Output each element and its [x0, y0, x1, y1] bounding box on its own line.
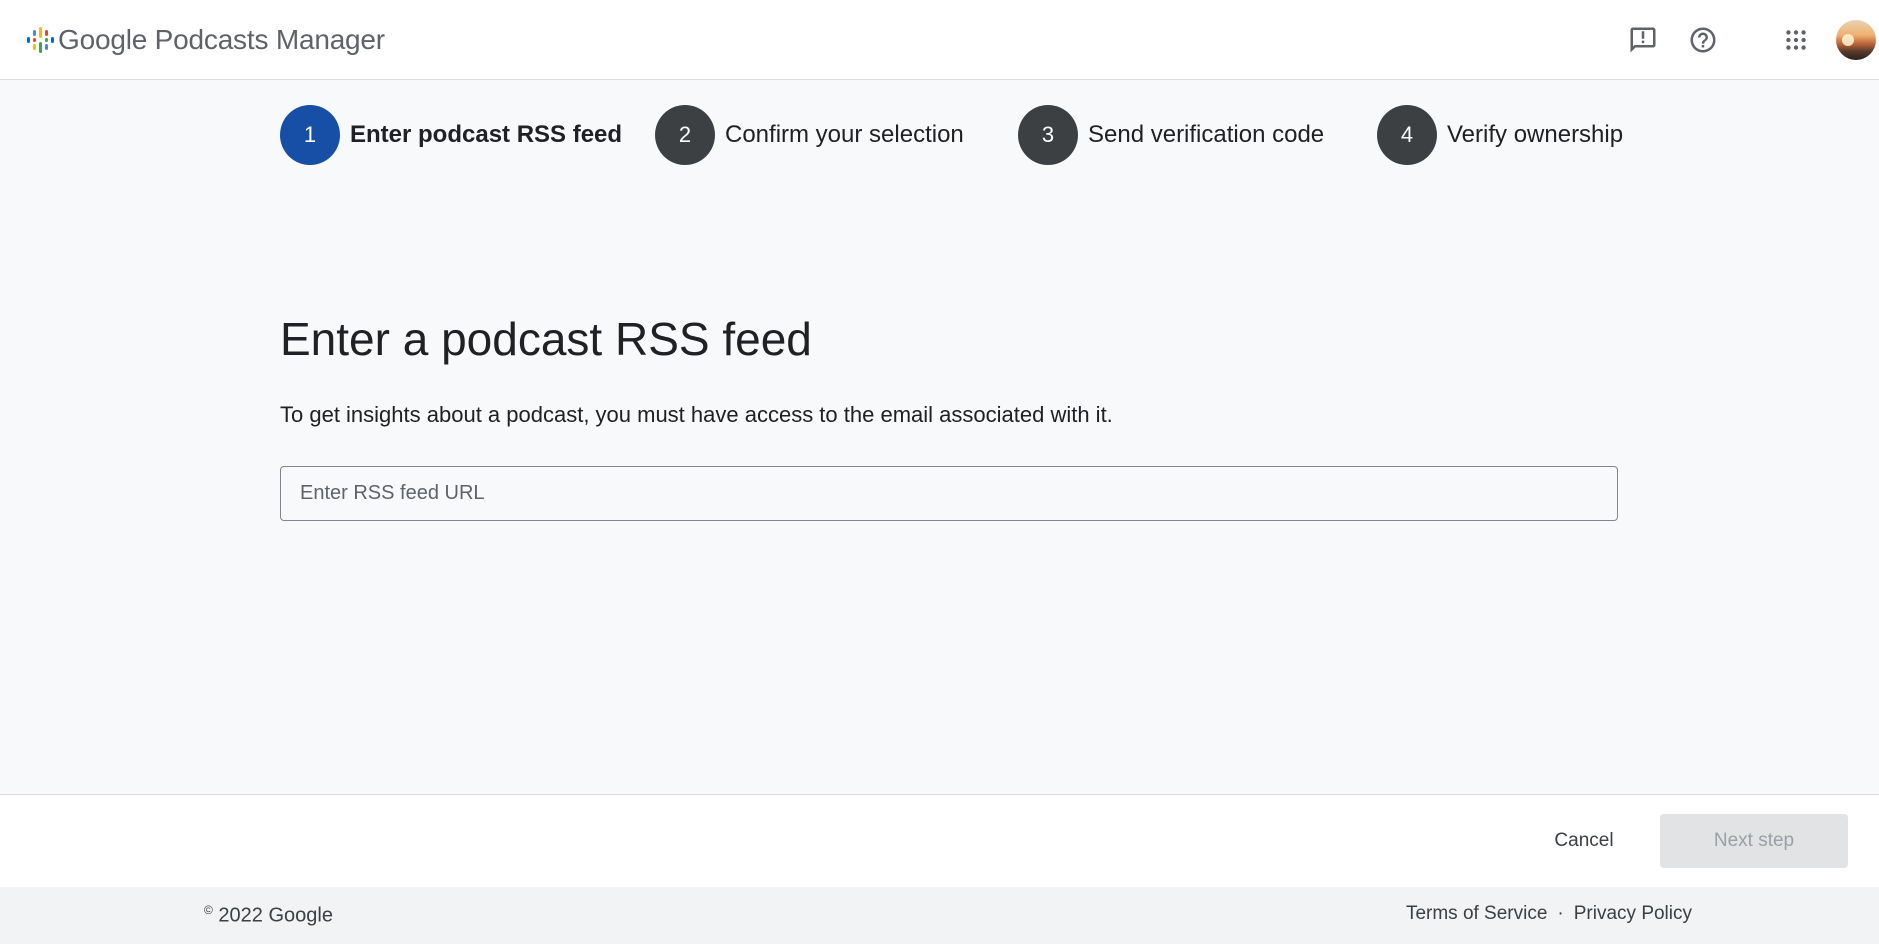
copyright-symbol: ©: [204, 903, 213, 917]
feedback-icon[interactable]: [1623, 20, 1663, 60]
user-avatar[interactable]: [1836, 20, 1876, 60]
copyright-text: 2022 Google: [218, 904, 333, 927]
step-send-verification-code: 3 Send verification code: [1018, 105, 1324, 165]
apps-grid-icon[interactable]: [1776, 20, 1816, 60]
step-label: Verify ownership: [1447, 121, 1624, 148]
terms-of-service-link[interactable]: Terms of Service: [1406, 903, 1547, 925]
step-number-badge: 4: [1377, 105, 1437, 165]
action-bar: Cancel Next step: [0, 794, 1879, 887]
footer-links: Terms of Service · Privacy Policy: [1406, 903, 1692, 925]
step-label: Send verification code: [1088, 121, 1325, 148]
progress-stepper: 1 Enter podcast RSS feed 2 Confirm your …: [280, 105, 1623, 165]
app-title: Google Podcasts Manager: [58, 24, 385, 55]
page-description: To get insights about a podcast, you mus…: [280, 402, 1113, 427]
privacy-policy-link[interactable]: Privacy Policy: [1574, 903, 1692, 925]
app-logo-link[interactable]: Google Podcasts Manager: [24, 22, 385, 58]
step-label: Confirm your selection: [725, 121, 964, 148]
next-step-button[interactable]: Next step: [1660, 814, 1848, 868]
page-footer: © 2022 Google Terms of Service · Privacy…: [0, 887, 1879, 944]
step-verify-ownership: 4 Verify ownership: [1377, 105, 1623, 165]
copyright: © 2022 Google: [204, 903, 333, 928]
app-header: Google Podcasts Manager: [0, 0, 1879, 80]
help-icon[interactable]: [1683, 20, 1723, 60]
podcasts-logo-icon: [24, 25, 54, 55]
rss-feed-url-input[interactable]: [280, 466, 1618, 521]
step-number-badge: 3: [1018, 105, 1078, 165]
step-confirm-selection: 2 Confirm your selection: [655, 105, 964, 165]
footer-separator: ·: [1557, 903, 1564, 924]
step-enter-rss-feed: 1 Enter podcast RSS feed: [280, 105, 622, 165]
step-number-badge: 1: [280, 105, 340, 165]
cancel-button[interactable]: Cancel: [1534, 814, 1634, 868]
step-number-badge: 2: [655, 105, 715, 165]
step-label: Enter podcast RSS feed: [350, 121, 623, 148]
page-title: Enter a podcast RSS feed: [280, 313, 812, 365]
